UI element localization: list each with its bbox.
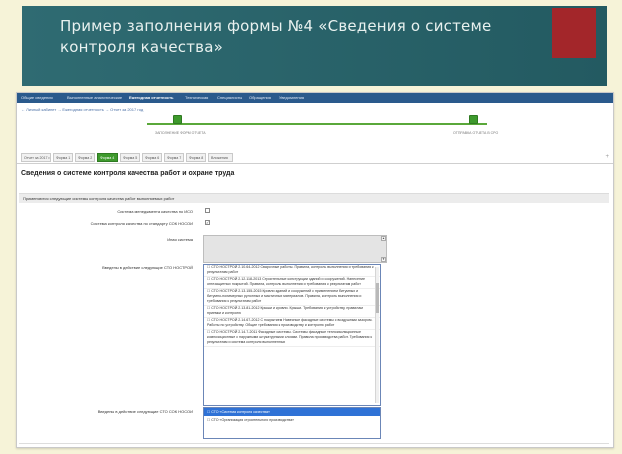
iso-checkbox[interactable] xyxy=(205,208,210,213)
nav-item-general[interactable]: Общие сведения xyxy=(21,95,53,100)
nav-item-completed[interactable]: Выполненные аналитические xyxy=(67,95,122,100)
sto-scroll-thumb[interactable] xyxy=(376,283,379,313)
sok-sto-option-selected[interactable]: ☐ СТО «Система контроля качества» xyxy=(204,408,380,416)
section-header-text: Применяются следующие системы контроля к… xyxy=(23,196,175,201)
nav-item-technical[interactable]: Техническая xyxy=(185,95,208,100)
sto-option[interactable]: ☐ СТО НОСТРОЙ 2.14.7-2011 Фасадные систе… xyxy=(204,330,380,347)
sto-scrollbar[interactable] xyxy=(375,267,379,403)
sto-option[interactable]: ☐ СТО НОСТРОЙ 2.13.81-2012 Крыши и кровл… xyxy=(204,306,380,318)
bottom-divider xyxy=(19,443,609,444)
slide-title-line2: контроля качества» xyxy=(60,38,223,56)
sto-option[interactable]: ☐ СТО НОСТРОЙ 2.12.118-2013 Строительные… xyxy=(204,277,380,289)
textarea-scroll-down-icon[interactable]: ▼ xyxy=(381,257,386,262)
nav-item-requests[interactable]: Обращения xyxy=(249,95,271,100)
breadcrumb[interactable]: ← Личный кабинет → Ежегодная отчетность … xyxy=(21,107,143,112)
section-header: Применяются следующие системы контроля к… xyxy=(19,193,609,203)
tab-attachments[interactable]: Вложения xyxy=(208,153,233,162)
sto-option[interactable]: ☐ СТО НОСТРОЙ 2.13.155-2015 Кровли здани… xyxy=(204,289,380,306)
tab-report[interactable]: Отчет за 2017 г. xyxy=(21,153,51,162)
tab-divider xyxy=(17,163,613,164)
progress-step-end xyxy=(469,115,478,124)
iso-label: Система менеджмента качества по ИСО xyxy=(117,209,193,214)
progress-step-start xyxy=(173,115,182,124)
progress-track xyxy=(147,123,487,125)
form-tabs: Отчет за 2017 г. Форма 1 Форма 2 Форма 4… xyxy=(19,153,609,163)
nav-item-specialists[interactable]: Специалисты xyxy=(217,95,242,100)
sok-checkbox[interactable]: ✓ xyxy=(205,220,210,225)
page-title: Сведения о системе контроля качества раб… xyxy=(21,170,235,177)
nav-item-notifications[interactable]: Уведомления xyxy=(279,95,304,100)
sok-sto-label: Введены в действие следующие СТО СОК НОС… xyxy=(97,409,193,414)
tab-form-6[interactable]: Форма 6 xyxy=(142,153,162,162)
top-navigation: Общие сведения Выполненные аналитические… xyxy=(17,93,613,103)
app-screenshot: Общие сведения Выполненные аналитические… xyxy=(16,92,614,448)
add-tab-icon[interactable]: + xyxy=(605,154,609,160)
sto-option[interactable]: ☐ СТО НОСТРОЙ 2.14.67-2012 С покрытием Н… xyxy=(204,318,380,330)
other-system-textarea[interactable]: ▲ ▼ xyxy=(203,235,387,263)
tab-form-4[interactable]: Форма 4 xyxy=(97,153,118,162)
progress-start-label: ЗАПОЛНЕНИЕ ФОРМ ОТЧЕТА xyxy=(155,131,206,135)
textarea-scroll-up-icon[interactable]: ▲ xyxy=(381,236,386,241)
sto-multiselect[interactable]: ☐ СТО НОСТРОЙ 2.10.64-2012 Сварочные раб… xyxy=(203,264,381,406)
accent-square xyxy=(552,8,596,58)
slide-title-band: Пример заполнения формы №4 «Сведения о с… xyxy=(22,6,607,86)
tab-form-1[interactable]: Форма 1 xyxy=(53,153,73,162)
sto-label: Введены в действие следующие СТО НОСТРОЙ xyxy=(102,265,193,270)
slide-title-line1: Пример заполнения формы №4 «Сведения о с… xyxy=(60,17,492,35)
sok-sto-multiselect[interactable]: ☐ СТО «Система контроля качества» ☐ СТО … xyxy=(203,407,381,439)
sok-sto-option[interactable]: ☐ СТО «Организация строительного произво… xyxy=(204,416,380,424)
tab-form-8[interactable]: Форма 8 xyxy=(186,153,206,162)
progress-end-label: ОТПРАВКА ОТЧЕТА В СРО xyxy=(453,131,499,135)
sok-label: Система контроля качества по стандарту С… xyxy=(90,221,193,226)
tab-form-2[interactable]: Форма 2 xyxy=(75,153,95,162)
other-system-label: Иная система xyxy=(167,237,193,242)
tab-form-5[interactable]: Форма 5 xyxy=(120,153,140,162)
tab-form-7[interactable]: Форма 7 xyxy=(164,153,184,162)
nav-item-annual-report[interactable]: Ежегодная отчетность xyxy=(129,95,174,100)
sto-option[interactable]: ☐ СТО НОСТРОЙ 2.10.64-2012 Сварочные раб… xyxy=(204,265,380,277)
